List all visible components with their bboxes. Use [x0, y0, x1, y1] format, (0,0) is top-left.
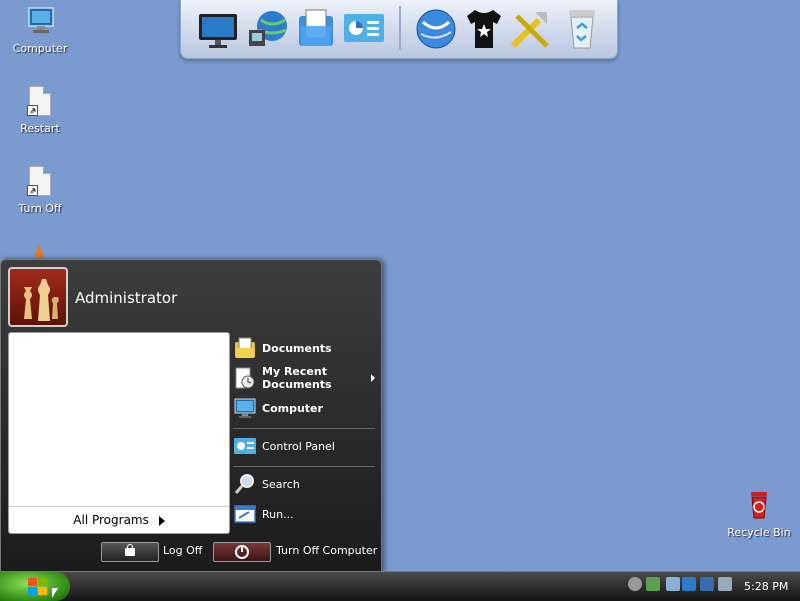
network-globe-icon[interactable]: [245, 6, 291, 52]
desktop-icon-restart[interactable]: ↗ Restart: [0, 84, 80, 135]
taskbar-clock[interactable]: 5:28 PM: [744, 580, 788, 593]
control-panel-icon: [233, 434, 257, 458]
lock-icon: [125, 548, 135, 556]
start-menu: Administrator All Programs Documents My …: [0, 259, 382, 573]
menu-item-label: Computer: [262, 401, 323, 415]
turn-off-label[interactable]: Turn Off Computer: [276, 544, 377, 557]
menu-item-computer[interactable]: Computer: [233, 395, 323, 421]
menu-item-label: Documents: [262, 341, 332, 355]
control-panel-icon[interactable]: [341, 6, 387, 52]
recycle-bin-icon[interactable]: [559, 6, 605, 52]
desktop-icon-label: Computer: [12, 42, 68, 55]
dock-separator: [399, 6, 401, 50]
windows-logo-icon: [28, 578, 47, 595]
menu-item-label: Control Panel: [262, 439, 335, 453]
lock-shackle: [127, 544, 133, 549]
run-icon: [233, 502, 257, 526]
top-dock: [180, 0, 618, 59]
desktop-icon-label: Recycle Bin: [727, 526, 791, 539]
user-avatar[interactable]: [8, 267, 68, 327]
menu-item-run[interactable]: Run...: [233, 501, 294, 527]
ime-icon[interactable]: [682, 577, 696, 591]
computer-icon: [23, 4, 57, 38]
desktop-icon-label: Turn Off: [18, 202, 62, 215]
display-icon[interactable]: [700, 577, 714, 591]
shortcut-file-icon: ↗: [23, 164, 57, 198]
menu-item-label: My Recent Documents: [262, 365, 332, 391]
desktop-icon-computer[interactable]: Computer: [0, 4, 80, 55]
desktop-icon-label: Restart: [20, 122, 60, 135]
recent-documents-icon: [233, 366, 257, 390]
documents-folder-icon: [233, 336, 257, 360]
menu-item-label: Search: [262, 477, 300, 491]
traffic-cone-icon[interactable]: [34, 244, 44, 258]
menu-item-recent-documents[interactable]: My Recent Documents: [233, 364, 375, 392]
all-programs-label: All Programs: [73, 513, 149, 527]
log-off-button[interactable]: [101, 542, 159, 562]
computer-icon: [233, 396, 257, 420]
volume-icon[interactable]: [628, 577, 642, 591]
power-line: [241, 546, 243, 552]
log-off-label[interactable]: Log Off: [163, 544, 202, 557]
internet-globe-icon[interactable]: [413, 6, 459, 52]
menu-item-documents[interactable]: Documents: [233, 335, 332, 361]
menu-separator: [233, 428, 375, 429]
turn-off-button[interactable]: [213, 542, 271, 562]
start-button[interactable]: [0, 572, 70, 601]
desktop-icon-recycle-bin[interactable]: Recycle Bin: [719, 488, 799, 539]
menu-item-search[interactable]: Search: [233, 471, 300, 497]
mouse-cursor-icon: [52, 588, 58, 598]
battery-icon[interactable]: [666, 577, 680, 591]
search-icon: [233, 472, 257, 496]
network-icon[interactable]: [646, 577, 660, 591]
messenger-icon[interactable]: [718, 577, 732, 591]
recycle-bin-icon: [742, 488, 776, 522]
user-name: Administrator: [75, 289, 178, 307]
monitor-icon[interactable]: [195, 6, 241, 52]
tools-icon[interactable]: [507, 6, 553, 52]
menu-separator: [233, 466, 375, 467]
shortcut-file-icon: ↗: [23, 84, 57, 118]
tshirt-icon[interactable]: [461, 6, 507, 52]
documents-folder-icon[interactable]: [293, 6, 339, 52]
menu-item-control-panel[interactable]: Control Panel: [233, 433, 335, 459]
desktop-icon-turn-off[interactable]: ↗ Turn Off: [0, 164, 80, 215]
chevron-right-icon: [371, 374, 375, 382]
pinned-programs-pane[interactable]: All Programs: [8, 332, 230, 534]
chevron-right-icon: [158, 515, 165, 526]
menu-item-label: Run...: [262, 507, 294, 521]
all-programs-button[interactable]: All Programs: [9, 506, 229, 533]
taskbar: 5:28 PM: [0, 571, 800, 601]
